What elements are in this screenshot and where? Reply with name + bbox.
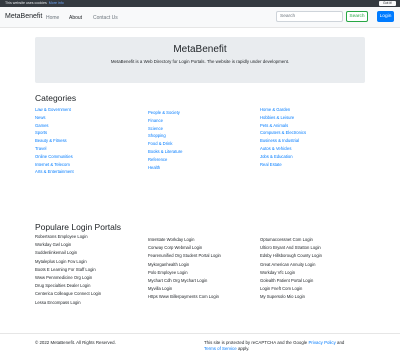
- category-link[interactable]: Sports: [35, 129, 145, 137]
- login-button[interactable]: Login: [377, 11, 394, 22]
- category-link[interactable]: Law & Government: [35, 106, 145, 114]
- portal-link[interactable]: Ulticro Bryant And Stratton Login: [260, 244, 370, 252]
- portal-link[interactable]: Lessa Encompass Login: [35, 299, 145, 307]
- portal-link[interactable]: Www Pennmedicine Org Login: [35, 274, 145, 282]
- portal-link[interactable]: Mytaleplus Login Fcw Login: [35, 258, 145, 266]
- category-link[interactable]: Travel: [35, 145, 145, 153]
- hero-jumbotron: MetaBenefit MetaBenefit is a Web Directo…: [35, 37, 365, 83]
- portals-column-3: Optumaccessnet Com Login Ulticro Bryant A…: [260, 236, 370, 302]
- portal-link[interactable]: Great American Annuity Login: [260, 261, 370, 269]
- category-link[interactable]: Food & Drink: [148, 140, 258, 148]
- copyright-text: © 2022 MetaBenefit. All Rights Reserved.: [35, 340, 116, 345]
- portals-column-1: Robertsons Employee Login Workday Gwl Log…: [35, 233, 145, 307]
- category-link[interactable]: Science: [148, 125, 258, 133]
- category-link[interactable]: Books & Literature: [148, 148, 258, 156]
- categories-heading: Categories: [35, 93, 77, 103]
- portal-link[interactable]: Login Fneft Com Login: [260, 285, 370, 293]
- category-link[interactable]: Shopping: [148, 132, 258, 140]
- category-link[interactable]: News: [35, 114, 145, 122]
- category-link[interactable]: Business & Industrial: [260, 137, 370, 145]
- portal-link[interactable]: Workday Gwl Login: [35, 241, 145, 249]
- portal-link[interactable]: Conway Corp Webmail Login: [148, 244, 258, 252]
- portal-link[interactable]: Golealth Patient Portal Login: [260, 277, 370, 285]
- category-link[interactable]: Real Estate: [260, 161, 370, 169]
- portal-link[interactable]: Mykorganhealth Login: [148, 261, 258, 269]
- footer: © 2022 MetaBenefit. All Rights Reserved.…: [0, 333, 400, 358]
- category-link[interactable]: Internet & Telecom: [35, 161, 145, 169]
- cookie-more-info-link[interactable]: More info: [49, 1, 64, 5]
- category-link[interactable]: Reference: [148, 156, 258, 164]
- nav-about-link[interactable]: About: [69, 15, 82, 21]
- category-link[interactable]: People & Society: [148, 109, 258, 117]
- portal-link[interactable]: Boots E Learning For Staff Login: [35, 266, 145, 274]
- portal-link[interactable]: Polo Employee Login: [148, 269, 258, 277]
- cookie-message: This website uses cookies More info: [5, 1, 64, 5]
- portal-link[interactable]: Workday Vfc Login: [260, 269, 370, 277]
- privacy-policy-link[interactable]: Privacy Policy: [308, 340, 335, 345]
- portal-link[interactable]: Myvilla Login: [148, 285, 258, 293]
- category-link[interactable]: Computers & Electronics: [260, 129, 370, 137]
- search-button[interactable]: Search: [346, 11, 368, 22]
- category-link[interactable]: Pets & Animals: [260, 122, 370, 130]
- portals-column-2: Interstate Workday Login Conway Corp Webm…: [148, 236, 258, 302]
- navbar: MetaBenefit Home About Contact Us Search…: [0, 7, 400, 28]
- nav-home-link[interactable]: Home: [46, 15, 59, 21]
- portal-link[interactable]: Suddenlinkemail Login: [35, 249, 145, 257]
- hero-title: MetaBenefit: [173, 44, 227, 55]
- search-input[interactable]: Search: [276, 11, 343, 22]
- portal-link[interactable]: Mychart Cdh Org Mychart Login: [148, 277, 258, 285]
- brand-logo[interactable]: MetaBenefit: [5, 13, 42, 20]
- nav-contact-link[interactable]: Contact Us: [93, 15, 118, 21]
- portal-link[interactable]: My Supersolo Mio Login: [260, 293, 370, 301]
- terms-of-service-link[interactable]: Terms of Service: [204, 346, 237, 351]
- category-link[interactable]: Hobbies & Leisure: [260, 114, 370, 122]
- category-link[interactable]: Online Communities: [35, 153, 145, 161]
- category-link[interactable]: Home & Garden: [260, 106, 370, 114]
- category-link[interactable]: Autos & Vehicles: [260, 145, 370, 153]
- cookie-consent-bar: This website uses cookies More info Got i…: [0, 0, 400, 7]
- category-link[interactable]: Health: [148, 164, 258, 172]
- portal-link[interactable]: Drug Specialties Dealer Login: [35, 282, 145, 290]
- portals-heading: Populare Login Portals: [35, 222, 122, 232]
- portal-link[interactable]: Https Www Billerpayments Com Login: [148, 293, 258, 301]
- category-link[interactable]: Finance: [148, 117, 258, 125]
- portal-link[interactable]: Edsby Hillsborough County Login: [260, 252, 370, 260]
- cookie-accept-button[interactable]: Got it!: [378, 1, 396, 6]
- category-link[interactable]: Beauty & Fitness: [35, 137, 145, 145]
- categories-column-3: Home & Garden Hobbies & Leisure Pets & Ani…: [260, 106, 370, 168]
- category-link[interactable]: Games: [35, 122, 145, 130]
- recaptcha-notice: This site is protected by reCAPTCHA and …: [204, 340, 345, 351]
- category-link[interactable]: Jobs & Education: [260, 153, 370, 161]
- portal-link[interactable]: Fearenunified Org Student Portal Login: [148, 252, 258, 260]
- hero-subtitle: MetaBenefit is a Web Directory for Login…: [110, 59, 290, 64]
- categories-column-2: People & Society Finance Science Shopping Fo…: [148, 109, 258, 171]
- portal-link[interactable]: Robertsons Employee Login: [35, 233, 145, 241]
- portal-link[interactable]: Centerica Colleague Connect Login: [35, 290, 145, 298]
- portal-link[interactable]: Interstate Workday Login: [148, 236, 258, 244]
- category-link[interactable]: Arts & Entertainment: [35, 168, 145, 176]
- portal-link[interactable]: Optumaccessnet Com Login: [260, 236, 370, 244]
- categories-column-1: Law & Government News Games Sports Beauty & …: [35, 106, 145, 176]
